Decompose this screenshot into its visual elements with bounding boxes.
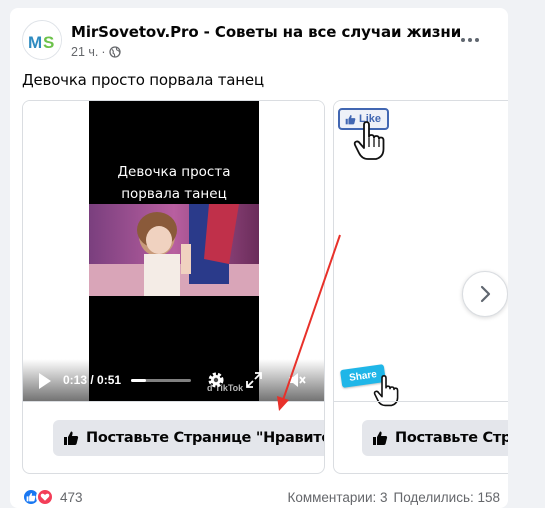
like-page-label: Поставьте Странице "Нравится" [86, 430, 325, 446]
post-stats: Комментарии: 3 Поделились: 158 [287, 490, 500, 505]
chevron-right-icon [480, 285, 491, 303]
post-stats-bar: 473 Комментарии: 3 Поделились: 158 [22, 486, 500, 508]
video-progress-fill [131, 379, 147, 382]
video-time: 0:13 / 0:51 [63, 373, 122, 387]
page-name-link[interactable]: MirSovetov.Pro - Советы на все случаи жи… [71, 23, 461, 41]
card-footer: Поставьте Странице "Нравится" [334, 401, 508, 473]
carousel-card-video: Девочка проста порвала танец 0:13 / 0:51… [22, 100, 325, 474]
reactions-summary[interactable]: 473 [22, 488, 83, 506]
video-frame: Девочка проста порвала танец [89, 101, 259, 401]
video-thumbnail [89, 204, 259, 296]
like-page-label: Поставьте Странице "Нравится" [395, 430, 508, 446]
play-icon[interactable] [39, 373, 51, 389]
ad-carousel: Девочка проста порвала танец 0:13 / 0:51… [22, 100, 508, 476]
video-progress-bar[interactable] [131, 379, 191, 382]
mute-icon[interactable] [287, 371, 307, 389]
globe-icon [108, 46, 121, 58]
video-caption: Девочка проста порвала танец [89, 161, 259, 205]
card-footer: Поставьте Странице "Нравится" [23, 401, 325, 473]
thumbs-up-icon [373, 431, 388, 445]
video-controls: 0:13 / 0:51 d TikTok [23, 359, 324, 401]
post-timestamp[interactable]: 21 ч. [71, 45, 98, 59]
post-text: Девочка просто порвала танец [22, 71, 264, 89]
video-caption-line1: Девочка проста [117, 164, 231, 180]
site-logo-icon: M S [23, 21, 61, 59]
comments-count-link[interactable]: Комментарии: 3 [287, 490, 387, 505]
post-header: M S MirSovetov.Pro - Советы на все случа… [22, 20, 496, 64]
hand-cursor-icon [353, 121, 385, 160]
svg-text:S: S [43, 33, 54, 52]
post-card: M S MirSovetov.Pro - Советы на все случа… [10, 8, 508, 508]
gear-icon[interactable] [206, 370, 226, 390]
video-caption-line2: порвала танец [121, 186, 227, 202]
card2-image[interactable]: Like Share [334, 101, 508, 407]
reactions-count: 473 [60, 489, 83, 505]
meta-separator: · [101, 45, 106, 59]
post-meta: 21 ч. · [71, 45, 121, 59]
like-page-button[interactable]: Поставьте Странице "Нравится" [53, 420, 325, 456]
like-page-button[interactable]: Поставьте Странице "Нравится" [362, 420, 508, 456]
more-options-icon[interactable] [458, 30, 482, 50]
svg-text:M: M [28, 33, 42, 52]
page-avatar[interactable]: M S [22, 20, 62, 60]
video-player[interactable]: Девочка проста порвала танец 0:13 / 0:51… [23, 101, 324, 401]
love-reaction-icon [36, 488, 54, 506]
shares-count-link[interactable]: Поделились: 158 [394, 490, 501, 505]
fullscreen-icon[interactable] [245, 371, 263, 389]
thumbs-up-icon [64, 431, 79, 445]
carousel-next-button[interactable] [462, 271, 508, 317]
